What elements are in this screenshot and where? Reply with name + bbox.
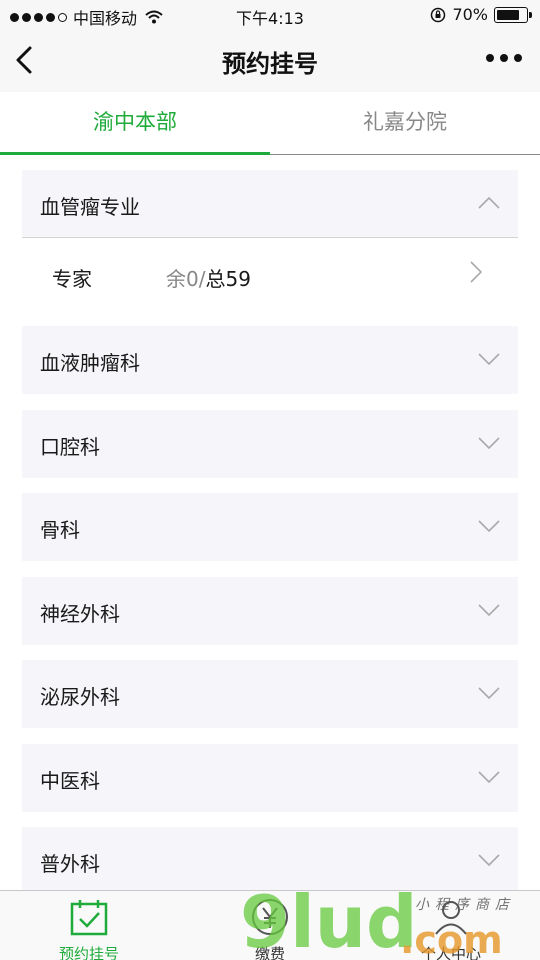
department-header[interactable]: 泌尿外科	[22, 660, 518, 728]
chevron-up-icon	[478, 196, 500, 209]
department-header[interactable]: 血管瘤专业	[22, 170, 518, 238]
department-header[interactable]: 口腔科	[22, 410, 518, 478]
nav-bar: 预约挂号	[0, 30, 540, 92]
department-item[interactable]: 口腔科	[22, 410, 518, 478]
department-name: 血液肿瘤科	[40, 351, 140, 375]
department-item[interactable]: 泌尿外科	[22, 660, 518, 728]
department-header[interactable]: 骨科	[22, 493, 518, 561]
chevron-right-icon	[470, 261, 482, 283]
chevron-down-icon	[478, 604, 500, 617]
department-item[interactable]: 骨科	[22, 493, 518, 561]
tab-lijia[interactable]: 礼嘉分院	[270, 92, 540, 154]
tab-yuzhong[interactable]: 渝中本部	[0, 92, 270, 155]
department-item[interactable]: 神经外科	[22, 577, 518, 645]
department-name: 神经外科	[40, 602, 120, 626]
department-list: 血管瘤专业 专家 余0/总59 血液肿瘤科 口腔科 骨科 神经外科 泌尿外科 中…	[0, 156, 540, 890]
department-name: 中医科	[40, 769, 100, 793]
chevron-down-icon	[478, 771, 500, 784]
department-name: 血管瘤专业	[40, 195, 140, 219]
battery-icon	[494, 6, 532, 23]
chevron-down-icon	[478, 854, 500, 867]
tabbar-label: 预约挂号	[58, 945, 119, 960]
department-header[interactable]: 普外科	[22, 827, 518, 890]
chevron-down-icon	[478, 353, 500, 366]
doctor-type-label: 专家	[52, 267, 92, 291]
battery-percent: 70%	[452, 5, 488, 24]
department-item[interactable]: 血液肿瘤科	[22, 326, 518, 394]
rotation-lock-icon	[431, 7, 446, 22]
tabbar-label: 缴费	[254, 945, 285, 960]
department-item[interactable]: 中医科	[22, 744, 518, 812]
chevron-down-icon	[478, 520, 500, 533]
status-bar: 中国移动 下午4:13 70%	[0, 0, 540, 30]
calendar-check-icon	[70, 900, 108, 936]
tabbar-item-profile[interactable]: 个人中心	[391, 897, 511, 960]
campus-tabs: 渝中本部 礼嘉分院	[0, 92, 540, 155]
department-name: 泌尿外科	[40, 685, 120, 709]
tabbar-item-appointment[interactable]: 预约挂号	[29, 897, 149, 960]
slot-remain: 余0/	[166, 267, 206, 291]
department-name: 口腔科	[40, 435, 100, 459]
department-header[interactable]: 血液肿瘤科	[22, 326, 518, 394]
chevron-down-icon	[478, 687, 500, 700]
yuan-icon	[252, 899, 288, 935]
bottom-tab-bar: 预约挂号 缴费 个人中心	[0, 890, 540, 960]
page-title: 预约挂号	[222, 50, 318, 78]
person-icon	[435, 901, 467, 935]
department-header[interactable]: 神经外科	[22, 577, 518, 645]
slot-total: 总59	[205, 267, 251, 291]
more-dots-icon[interactable]	[486, 54, 522, 62]
department-name: 骨科	[40, 518, 80, 542]
chevron-down-icon	[478, 437, 500, 450]
department-header[interactable]: 中医科	[22, 744, 518, 812]
tabbar-item-payment[interactable]: 缴费	[210, 897, 330, 960]
slot-count: 余0/总59	[166, 263, 251, 292]
department-name: 普外科	[40, 852, 100, 876]
department-item[interactable]: 普外科	[22, 827, 518, 890]
doctor-type-row[interactable]: 专家 余0/总59	[22, 239, 518, 311]
status-right: 70%	[430, 5, 532, 24]
department-item[interactable]: 血管瘤专业	[22, 170, 518, 238]
tabbar-label: 个人中心	[420, 945, 481, 960]
